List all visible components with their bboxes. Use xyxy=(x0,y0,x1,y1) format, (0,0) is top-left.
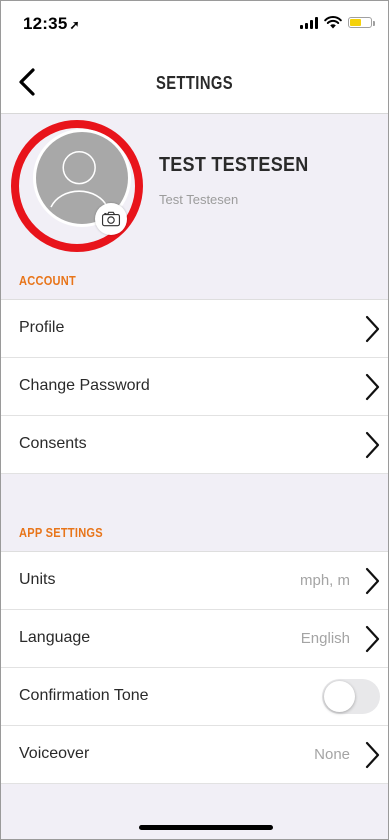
clock: 12:35 xyxy=(23,14,68,33)
status-bar: 12:35 ➚ xyxy=(1,1,388,51)
section-title: ACCOUNT xyxy=(19,273,77,288)
chevron-right-icon xyxy=(365,315,380,343)
row-label: Voiceover xyxy=(19,745,90,762)
section-header-app-settings: APP SETTINGS xyxy=(1,513,388,552)
row-label: Consents xyxy=(19,435,87,452)
row-label: Profile xyxy=(19,319,65,336)
navigation-bar: SETTINGS xyxy=(1,51,388,114)
home-indicator[interactable] xyxy=(139,825,273,830)
settings-row-profile[interactable]: Profile xyxy=(1,300,388,358)
row-value: None xyxy=(314,746,350,763)
chevron-right-icon xyxy=(365,373,380,401)
status-time: 12:35 ➚ xyxy=(23,14,80,34)
display-name: TEST TESTESEN xyxy=(159,154,309,176)
app-frame: 12:35 ➚ SETTINGS TEST TESTESEN Test Test… xyxy=(0,0,389,840)
change-photo-button[interactable] xyxy=(95,203,127,235)
settings-row-confirmation-tone: Confirmation Tone xyxy=(1,668,388,726)
row-value: English xyxy=(300,630,350,647)
row-value: mph, m xyxy=(299,572,350,589)
settings-row-consents[interactable]: Consents xyxy=(1,416,388,474)
settings-row-change-password[interactable]: Change Password xyxy=(1,358,388,416)
page-title: SETTINGS xyxy=(155,73,234,93)
battery-level xyxy=(350,19,361,26)
settings-row-voiceover[interactable]: Voiceover None xyxy=(1,726,388,784)
profile-header: TEST TESTESEN Test Testesen xyxy=(1,114,388,261)
username: Test Testesen xyxy=(159,192,239,207)
chevron-right-icon xyxy=(365,431,380,459)
status-icons xyxy=(300,16,375,29)
chevron-right-icon xyxy=(365,625,380,653)
chevron-right-icon xyxy=(365,741,380,769)
battery-icon xyxy=(348,17,375,28)
settings-row-units[interactable]: Units mph, m xyxy=(1,552,388,610)
section-header-account: ACCOUNT xyxy=(1,261,388,300)
wifi-icon xyxy=(324,16,342,29)
settings-row-language[interactable]: Language English xyxy=(1,610,388,668)
signal-icon xyxy=(300,16,318,29)
section-title: APP SETTINGS xyxy=(19,525,103,540)
row-label: Confirmation Tone xyxy=(19,687,149,704)
camera-icon xyxy=(101,211,121,227)
row-label: Language xyxy=(19,629,91,646)
location-icon: ➚ xyxy=(69,18,80,32)
toggle-knob xyxy=(324,681,355,712)
row-label: Change Password xyxy=(19,377,150,394)
confirmation-tone-toggle[interactable] xyxy=(322,679,380,714)
row-label: Units xyxy=(19,571,56,588)
chevron-right-icon xyxy=(365,567,380,595)
